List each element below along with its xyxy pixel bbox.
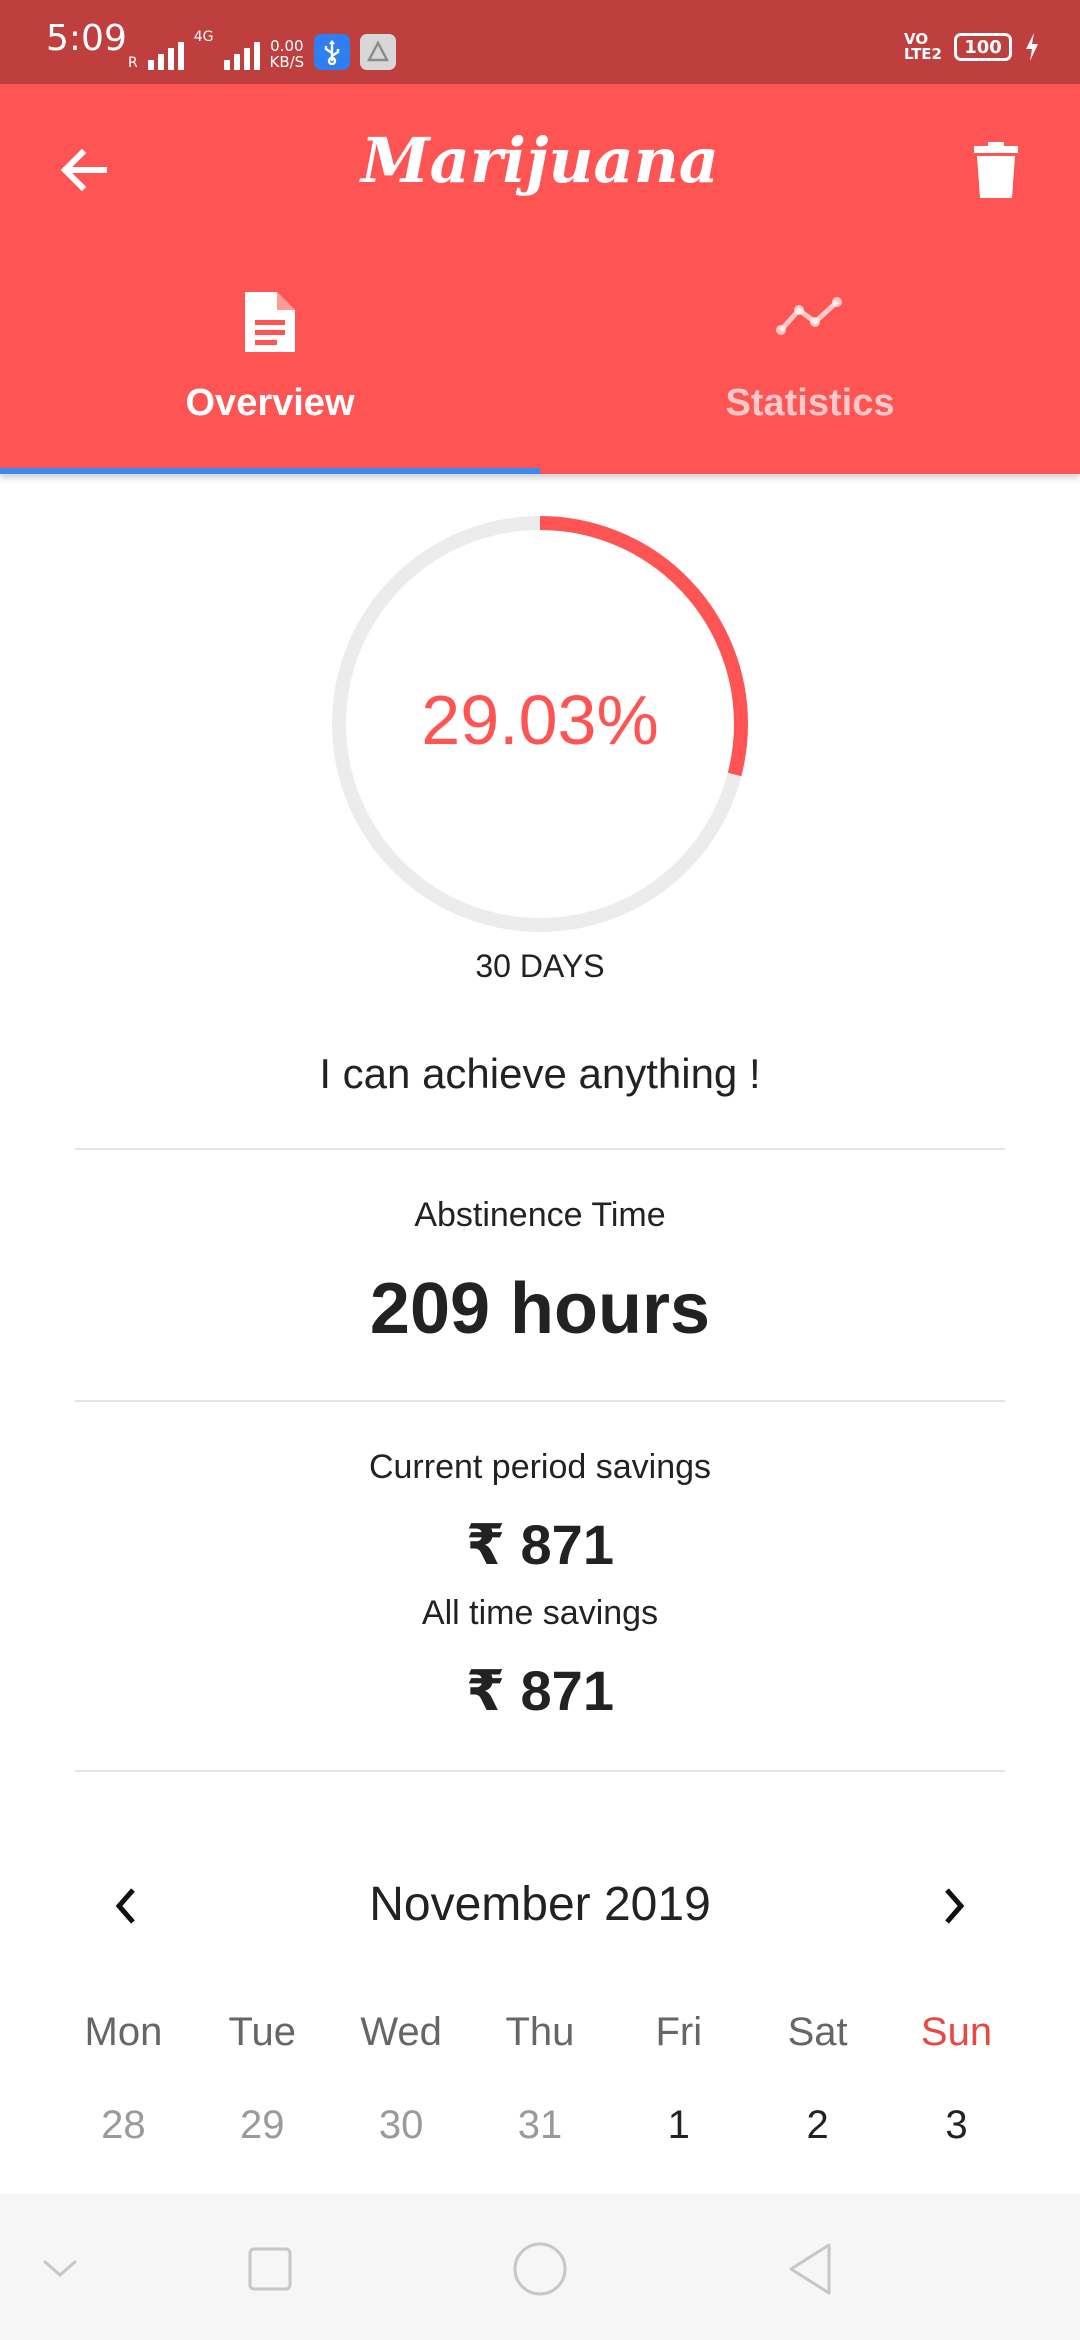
chevron-down-icon [43, 2259, 77, 2277]
weekday-sat: Sat [787, 2010, 848, 2054]
circle-icon [513, 2242, 567, 2296]
abstinence-value: 209 hours [369, 1269, 711, 1349]
calendar-week-row: 28 29 30 31 1 2 3 [54, 2103, 1026, 2148]
status-right-icons: VO LTE2 100 [904, 32, 1040, 62]
tab-overview-label: Overview [185, 382, 355, 424]
signal-icon [147, 38, 184, 70]
line-chart-icon [540, 292, 1080, 362]
all-time-savings-value: ₹ 871 [466, 1659, 614, 1722]
square-icon [248, 2247, 292, 2291]
system-nav-bar [0, 2194, 1080, 2340]
goal-days-label: 30 DAYS [475, 948, 605, 984]
page-title: Marijuana [361, 124, 719, 197]
nav-home-button[interactable] [505, 2234, 575, 2304]
current-savings-label: Current period savings [368, 1448, 712, 1486]
usb-icon [314, 34, 351, 70]
chevron-right-icon [945, 1888, 965, 1924]
next-month-button[interactable] [924, 1876, 984, 1936]
tab-overview[interactable]: Overview [0, 284, 540, 474]
weekday-sun: Sun [920, 2010, 993, 2054]
calendar-day[interactable]: 3 [887, 2103, 1026, 2148]
status-bar: 5:09 R 4G 0.00 KB/S VO LTE2 100 [0, 0, 1080, 84]
volte-sub-text: LTE2 [904, 45, 942, 63]
triangle-back-icon [789, 2243, 831, 2295]
calendar-day[interactable]: 30 [332, 2103, 471, 2148]
divider [75, 1148, 1005, 1150]
app-bar: Marijuana Overview Statistics [0, 84, 1080, 474]
signal-icon-2 [223, 38, 260, 70]
weekday-wed: Wed [360, 2010, 442, 2054]
calendar-day[interactable]: 1 [609, 2103, 748, 2148]
weekday-fri: Fri [655, 2010, 703, 2054]
weekday-thu: Thu [505, 2010, 575, 2054]
status-time: 5:09 [46, 18, 127, 59]
app-notification-icon [360, 34, 397, 70]
volte-icon: VO LTE2 [904, 32, 942, 62]
network-speed: 0.00 KB/S [270, 38, 305, 70]
calendar-month-title: November 2019 [369, 1878, 711, 1931]
network-type: 4G [193, 29, 214, 45]
nav-recents-button[interactable] [235, 2234, 305, 2304]
tab-statistics-label: Statistics [725, 382, 895, 424]
tab-indicator [0, 468, 540, 474]
nav-collapse-button[interactable] [25, 2234, 95, 2304]
weekday-tue: Tue [228, 2010, 296, 2054]
divider [75, 1400, 1005, 1402]
all-time-savings-label: All time savings [421, 1594, 659, 1632]
battery-icon: 100 [954, 33, 1012, 61]
progress-percent: 29.03% [421, 681, 659, 759]
current-savings-value: ₹ 871 [466, 1513, 614, 1576]
weekday-mon: Mon [84, 2010, 163, 2054]
speed-unit: KB/S [269, 53, 305, 71]
calendar-day[interactable]: 31 [471, 2103, 610, 2148]
calendar-day[interactable]: 2 [748, 2103, 887, 2148]
sim1-label: R [128, 55, 138, 71]
calendar-day[interactable]: 29 [193, 2103, 332, 2148]
speed-value: 0.00 [270, 37, 304, 55]
tab-statistics[interactable]: Statistics [540, 284, 1080, 474]
nav-back-button[interactable] [775, 2234, 845, 2304]
calendar-day[interactable]: 28 [54, 2103, 193, 2148]
divider [75, 1770, 1005, 1772]
battery-level: 100 [964, 36, 1002, 58]
abstinence-label: Abstinence Time [414, 1196, 666, 1234]
document-icon [0, 292, 540, 362]
calendar-weekday-row: Mon Tue Wed Thu Fri Sat Sun [54, 2010, 1026, 2055]
status-left-icons: R 4G 0.00 KB/S [128, 29, 397, 71]
delete-button[interactable] [962, 134, 1030, 206]
trash-icon [974, 142, 1018, 198]
charging-icon [1026, 33, 1038, 61]
motto-text: I can achieve anything ! [319, 1050, 761, 1097]
